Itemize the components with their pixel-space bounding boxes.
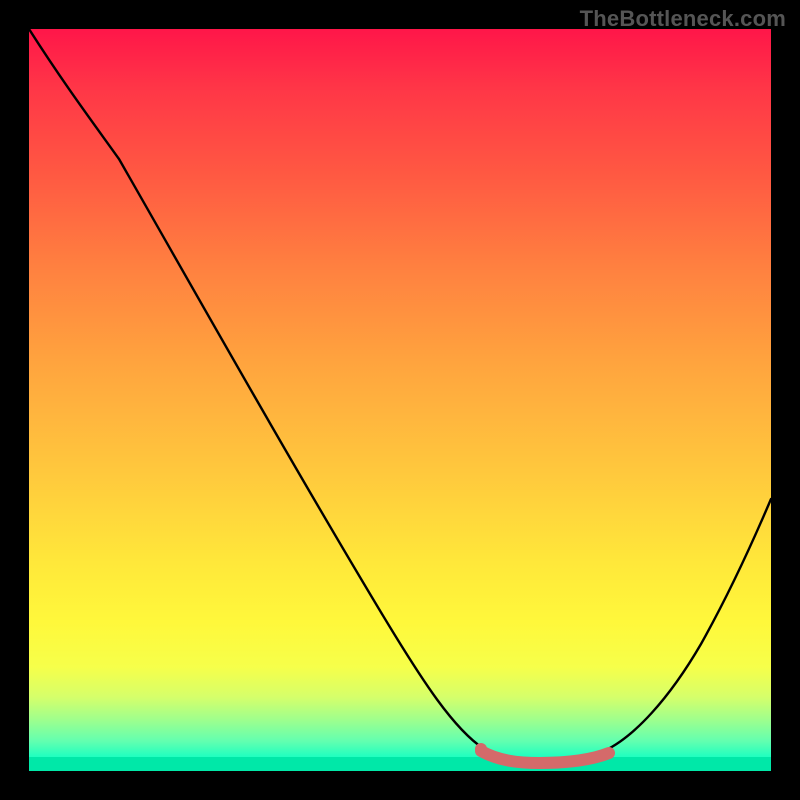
chart-frame: TheBottleneck.com xyxy=(0,0,800,800)
highlight-start-dot xyxy=(475,743,487,755)
plot-area xyxy=(29,29,771,771)
optimal-range-highlight xyxy=(481,751,609,763)
bottleneck-curve xyxy=(29,29,771,761)
curve-layer xyxy=(29,29,771,771)
watermark-text: TheBottleneck.com xyxy=(580,6,786,32)
